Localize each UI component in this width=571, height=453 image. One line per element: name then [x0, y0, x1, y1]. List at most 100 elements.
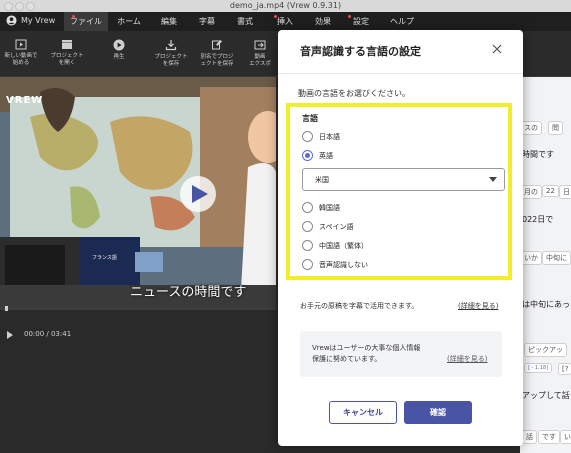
menu-insert-label: 挿入 — [277, 17, 293, 26]
manuscript-details-link[interactable]: (詳細を見る) — [458, 301, 498, 311]
clip-text: 022日で — [522, 215, 554, 224]
menu-file-dot — [72, 15, 75, 18]
menu-subtitle-label: 字幕 — [199, 17, 215, 26]
radio-japanese-label[interactable]: 日本語 — [319, 132, 340, 142]
menu-insert[interactable]: 挿入 — [268, 12, 302, 31]
new-video-icon — [15, 39, 27, 50]
manuscript-note: お手元の原稿を字幕で活用できます。 — [300, 302, 419, 310]
radio-spanish-label[interactable]: スペイン語 — [319, 222, 354, 232]
privacy-text: Vrewはユーザーの大事な個人情報 保護に努めています。 — [312, 344, 421, 363]
word-chip[interactable]: スの — [520, 121, 542, 135]
menu-effects-label: 効果 — [315, 17, 331, 26]
save-project-button[interactable]: プロジェクト を保存 — [150, 39, 192, 68]
play-button[interactable]: 再生 — [98, 39, 140, 61]
menu-edit[interactable]: 編集 — [152, 12, 186, 31]
download-icon — [165, 40, 177, 51]
word-chip[interactable]: いか — [520, 251, 542, 265]
clapper-icon — [62, 40, 72, 49]
radio-english-label[interactable]: 英語 — [319, 151, 333, 161]
radio-chinese-traditional[interactable] — [302, 240, 313, 251]
menu-insert-dot — [274, 15, 277, 18]
word-chip[interactable]: ピックアッ — [524, 343, 567, 357]
word-chip[interactable]: 日 — [559, 185, 571, 199]
radio-no-recognition[interactable] — [302, 259, 313, 270]
word-chip[interactable]: [? — [558, 363, 571, 375]
seek-bar[interactable] — [0, 306, 276, 311]
language-settings-dialog: 音声認識する言語の設定 動画の言語をお選びください。 言語 日本語 英語 米国 … — [278, 30, 523, 446]
menu-edit-label: 編集 — [161, 17, 177, 26]
region-select[interactable]: 米国 — [302, 168, 505, 191]
clip-text: 時間です — [522, 150, 554, 159]
video-preview[interactable]: VREW フランス語 ニュースの時間です — [0, 77, 276, 307]
export-label: 動画 エクスポ — [249, 54, 271, 67]
menu-home[interactable]: ホーム — [110, 12, 148, 31]
word-chip[interactable]: [ - 1.18] — [524, 363, 553, 373]
player-controls: 00:00 / 03:41 — [0, 306, 276, 453]
word-chip[interactable]: 22 — [542, 185, 559, 197]
video-frame-illustration — [0, 77, 276, 307]
menu-effects[interactable]: 効果 — [306, 12, 340, 31]
new-video-button[interactable]: 新しい動画で 始める — [0, 39, 42, 67]
menu-file-label: ファイル — [70, 17, 102, 26]
word-chip[interactable]: です — [538, 430, 560, 444]
confirm-button[interactable]: 確認 — [404, 401, 472, 424]
word-chip[interactable]: 中旬に — [542, 251, 571, 265]
vrew-watermark: VREW — [6, 95, 44, 106]
menu-settings[interactable]: 設定 — [344, 12, 378, 31]
radio-japanese[interactable] — [302, 131, 313, 142]
menu-subtitle[interactable]: 字幕 — [190, 12, 224, 31]
radio-korean-label[interactable]: 韓国語 — [319, 203, 340, 213]
dialog-divider — [278, 73, 523, 74]
language-label: 言語 — [302, 114, 318, 123]
radio-korean[interactable] — [302, 202, 313, 213]
privacy-notice: Vrewはユーザーの大事な個人情報 保護に努めています。 (詳細を見る) — [300, 331, 502, 377]
save-as-button[interactable]: 別名でプロジ ェクトを保存 — [196, 39, 238, 68]
my-vrew-button[interactable]: My Vrew — [6, 15, 55, 26]
in-video-sign: フランス語 — [92, 255, 117, 261]
word-chip[interactable]: い — [560, 430, 571, 444]
menu-help[interactable]: ヘルプ — [382, 12, 422, 31]
dialog-title: 音声認識する言語の設定 — [300, 45, 421, 58]
open-project-label: プロジェクト を開く — [50, 53, 84, 66]
export-button[interactable]: 動画 エクスポ — [244, 39, 276, 68]
video-subtitle: ニュースの時間です — [130, 285, 247, 300]
word-chip[interactable]: 話 — [522, 430, 537, 444]
close-icon[interactable] — [490, 42, 504, 56]
new-video-label: 新しい動画で 始める — [4, 53, 38, 66]
play-icon[interactable] — [6, 331, 14, 339]
save-as-label: 別名でプロジ ェクトを保存 — [200, 54, 234, 67]
cancel-button[interactable]: キャンセル — [329, 401, 397, 424]
menu-settings-label: 設定 — [353, 17, 369, 26]
menu-home-label: ホーム — [117, 17, 141, 26]
window-title: demo_ja.mp4 (Vrew 0.9.31) — [229, 1, 342, 10]
menu-settings-dot — [348, 15, 351, 18]
menu-help-label: ヘルプ — [390, 17, 414, 26]
privacy-details-link[interactable]: (詳細を見る) — [447, 354, 487, 364]
radio-no-recognition-label[interactable]: 音声認識しない — [319, 260, 368, 270]
dialog-prompt: 動画の言語をお選びください。 — [298, 89, 410, 98]
word-chip[interactable]: 月の — [520, 185, 542, 199]
export-icon — [254, 40, 266, 50]
save-as-icon — [212, 40, 222, 50]
region-select-value: 米国 — [315, 176, 329, 184]
radio-english[interactable] — [302, 150, 313, 161]
clip-text: アップして話 — [522, 391, 570, 400]
user-icon — [6, 15, 17, 26]
play-circle-icon — [113, 39, 125, 51]
chevron-down-icon — [489, 177, 497, 182]
menu-format[interactable]: 書式 — [228, 12, 262, 31]
transcript-panel: スの 問 時間です 月の 22 日 022日で いか 中旬に は中旬にあっ ピッ… — [520, 77, 571, 453]
word-chip[interactable]: 問 — [548, 121, 563, 135]
language-selection-box: 言語 日本語 英語 米国 韓国語 スペイン語 中国語（繁体） 音声認識しない — [286, 103, 512, 280]
open-project-button[interactable]: プロジェクト を開く — [46, 39, 88, 67]
menu-file[interactable]: ファイル — [64, 12, 108, 31]
play-label: 再生 — [113, 54, 125, 60]
radio-chinese-traditional-label[interactable]: 中国語（繁体） — [319, 241, 368, 251]
radio-spanish[interactable] — [302, 221, 313, 232]
menu-format-label: 書式 — [237, 17, 253, 26]
my-vrew-label: My Vrew — [21, 16, 56, 25]
seek-handle[interactable] — [5, 306, 8, 311]
time-display: 00:00 / 03:41 — [24, 330, 72, 338]
menubar: My Vrew ファイル ホーム 編集 字幕 書式 挿入 効果 設定 ヘルプ — [0, 12, 571, 31]
save-project-label: プロジェクト を保存 — [154, 54, 188, 67]
